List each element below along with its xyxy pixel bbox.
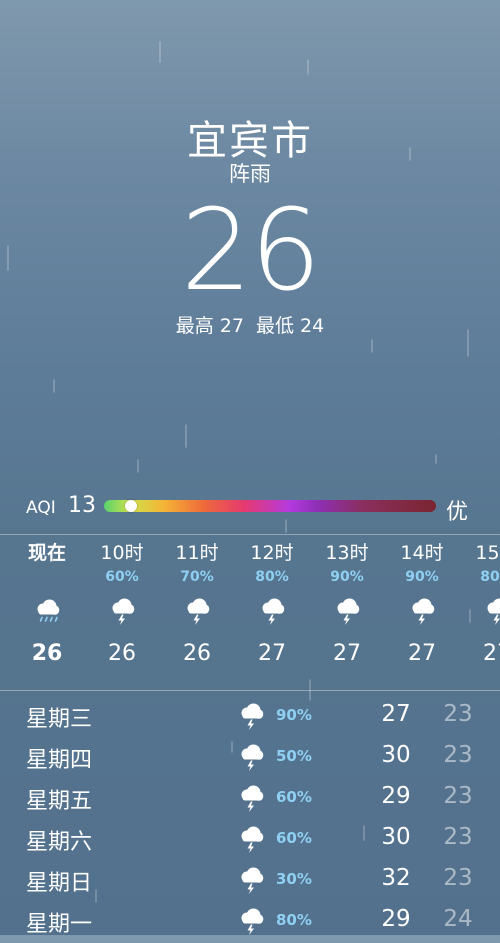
precipitation-chance: 90%	[310, 566, 384, 588]
hourly-item: 14时90% 27	[385, 540, 459, 674]
day-low-temperature: 23	[432, 865, 484, 891]
thunderstorm-icon	[236, 701, 266, 733]
rain-icon	[10, 588, 84, 634]
thunderstorm-icon	[460, 588, 500, 634]
day-low-temperature: 23	[432, 742, 484, 768]
day-name: 星期六	[26, 824, 92, 856]
high-temperature: 最高 27	[176, 315, 244, 337]
hour-temperature: 27	[385, 634, 459, 674]
day-name: 星期日	[26, 865, 92, 897]
precipitation-chance: 90%	[385, 566, 459, 588]
precipitation-chance: 90%	[276, 706, 312, 724]
precipitation-chance: 80%	[276, 911, 312, 929]
hour-label: 15时	[460, 540, 500, 566]
hour-label: 11时	[160, 540, 234, 566]
hour-temperature: 26	[10, 634, 84, 674]
thunderstorm-icon	[236, 742, 266, 774]
hour-label: 现在	[10, 540, 84, 566]
thunderstorm-icon	[85, 588, 159, 634]
divider	[0, 534, 500, 535]
daily-row: 星期四 50% 30 23	[0, 738, 500, 779]
precipitation-chance: 60%	[276, 829, 312, 847]
precipitation-chance: 50%	[276, 747, 312, 765]
precipitation-chance	[10, 566, 84, 588]
aqi-level: 优	[446, 494, 468, 526]
precipitation-chance: 80%	[460, 566, 500, 588]
low-temperature: 最低 24	[256, 315, 324, 337]
day-name: 星期五	[26, 783, 92, 815]
aqi-indicator	[125, 500, 137, 512]
day-high-temperature: 27	[370, 701, 422, 727]
hour-label: 10时	[85, 540, 159, 566]
thunderstorm-icon	[236, 824, 266, 856]
day-high-temperature: 32	[370, 865, 422, 891]
thunderstorm-icon	[160, 588, 234, 634]
divider	[0, 690, 500, 691]
day-low-temperature: 23	[432, 783, 484, 809]
hourly-item: 10时60% 26	[85, 540, 159, 674]
day-high-temperature: 29	[370, 783, 422, 809]
hour-temperature: 27	[310, 634, 384, 674]
day-high-temperature: 30	[370, 824, 422, 850]
hour-temperature: 27	[235, 634, 309, 674]
hour-temperature: 26	[160, 634, 234, 674]
thunderstorm-icon	[235, 588, 309, 634]
precipitation-chance: 60%	[276, 788, 312, 806]
hourly-forecast[interactable]: 现在2610时60%2611时70%2612时80%2713时90%2714时9…	[0, 540, 500, 690]
day-name: 星期三	[26, 701, 92, 733]
precipitation-chance: 60%	[85, 566, 159, 588]
thunderstorm-icon	[236, 906, 266, 938]
hour-temperature: 27	[460, 634, 500, 674]
aqi-value: 13	[68, 493, 96, 518]
hourly-item: 15时80% 27	[460, 540, 500, 674]
precipitation-chance: 80%	[235, 566, 309, 588]
day-high-temperature: 30	[370, 742, 422, 768]
day-high-temperature: 29	[370, 906, 422, 932]
aqi-scale-bar	[104, 500, 436, 512]
hourly-item: 11时70% 26	[160, 540, 234, 674]
aqi-label: AQI	[26, 498, 56, 518]
hourly-item: 13时90% 27	[310, 540, 384, 674]
hour-temperature: 26	[85, 634, 159, 674]
high-low-temperature: 最高 27 最低 24	[0, 311, 500, 338]
thunderstorm-icon	[310, 588, 384, 634]
day-name: 星期四	[26, 742, 92, 774]
precipitation-chance: 70%	[160, 566, 234, 588]
thunderstorm-icon	[385, 588, 459, 634]
thunderstorm-icon	[236, 783, 266, 815]
day-name: 星期一	[26, 906, 92, 938]
weather-condition: 阵雨	[0, 158, 500, 188]
daily-row: 星期一 80% 29 24	[0, 902, 500, 943]
hourly-item: 现在 26	[10, 540, 84, 674]
day-low-temperature: 23	[432, 701, 484, 727]
thunderstorm-icon	[236, 865, 266, 897]
daily-row: 星期五 60% 29 23	[0, 779, 500, 820]
precipitation-chance: 30%	[276, 870, 312, 888]
daily-row: 星期六 60% 30 23	[0, 820, 500, 861]
hour-label: 13时	[310, 540, 384, 566]
daily-row: 星期日 30% 32 23	[0, 861, 500, 902]
hour-label: 14时	[385, 540, 459, 566]
day-low-temperature: 23	[432, 824, 484, 850]
hour-label: 12时	[235, 540, 309, 566]
hourly-item: 12时80% 27	[235, 540, 309, 674]
day-low-temperature: 24	[432, 906, 484, 932]
daily-row: 星期三 90% 27 23	[0, 697, 500, 738]
current-temperature: 26	[0, 186, 500, 316]
